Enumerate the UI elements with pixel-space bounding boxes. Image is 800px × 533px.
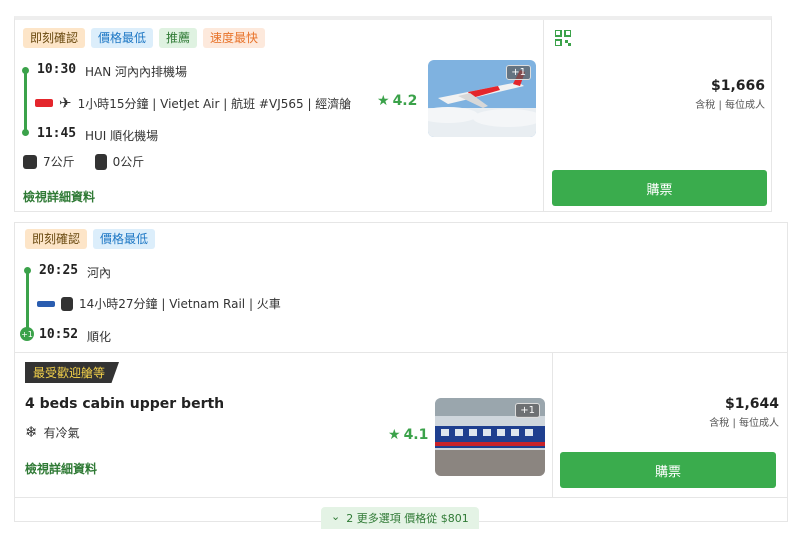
air-conditioning-label: 有冷氣 <box>43 425 80 440</box>
flight-buy-button[interactable]: 購票 <box>552 170 767 206</box>
flight-price-block: $1,666 含稅 | 每位成人 <box>695 78 765 111</box>
train-info-row: 14小時27分鐘 | Vietnam Rail | 火車 <box>37 295 281 312</box>
photo-more-badge: +1 <box>506 65 531 80</box>
train-duration-info: 14小時27分鐘 | Vietnam Rail | 火車 <box>79 297 281 311</box>
flight-duration-info: 1小時15分鐘 | VietJet Air | 航班 #VJ565 | 經濟艙 <box>77 96 352 111</box>
baggage-row: 7公斤 0公斤 <box>23 153 144 170</box>
arrive-airport: HUI 順化機場 <box>85 129 159 143</box>
tag-instant-confirm: 即刻確認 <box>25 229 88 249</box>
qr-code-icon[interactable] <box>554 29 572 47</box>
amenity-row: ❄ 有冷氣 <box>25 423 80 441</box>
depart-station: 河內 <box>87 266 112 280</box>
rail-logo-icon <box>37 300 55 307</box>
airline-logo <box>35 99 53 107</box>
train-buy-button[interactable]: 購票 <box>560 452 776 488</box>
depart-dot <box>22 67 29 74</box>
popular-class-badge: 最受歡迎艙等 <box>25 362 120 383</box>
flight-rating-value: 4.2 <box>392 93 418 109</box>
arrive-time: 10:52 <box>39 327 79 342</box>
snowflake-icon: ❄ <box>25 423 38 441</box>
flight-tags: 即刻確認 價格最低 推薦 速度最快 <box>23 28 266 48</box>
train-rating: ★ 4.1 <box>388 427 428 443</box>
tag-recommended: 推薦 <box>159 28 198 48</box>
photo-more-badge: +1 <box>515 403 540 418</box>
more-options-toggle[interactable]: ⌄ 2 更多選項 價格從 $801 <box>321 507 479 529</box>
train-icon <box>61 296 73 311</box>
more-options-label: 2 更多選項 價格從 $801 <box>346 512 469 525</box>
checked-bag-icon <box>94 153 107 170</box>
bottom-divider <box>15 497 787 498</box>
depart-dot <box>24 267 31 274</box>
flight-price-note: 含稅 | 每位成人 <box>695 100 765 111</box>
train-price-note: 含稅 | 每位成人 <box>709 418 779 429</box>
carry-on-weight: 7公斤 <box>43 155 75 169</box>
checked-weight: 0公斤 <box>112 155 145 169</box>
tag-instant-confirm: 即刻確認 <box>23 28 86 48</box>
arrive-station: 順化 <box>87 330 112 344</box>
flight-details-link[interactable]: 檢視詳細資料 <box>23 188 95 205</box>
train-photo[interactable]: +1 <box>435 398 545 476</box>
train-details-link[interactable]: 檢視詳細資料 <box>25 460 97 477</box>
depart-time: 10:30 <box>37 62 77 77</box>
star-icon: ★ <box>377 93 390 109</box>
flight-card[interactable]: 即刻確認 價格最低 推薦 速度最快 10:30 HAN 河內內排機場 ✈ 1小時… <box>14 16 772 212</box>
train-rating-value: 4.1 <box>403 427 429 443</box>
depart-airport: HAN 河內內排機場 <box>85 65 188 79</box>
plane-icon: ✈ <box>59 94 72 112</box>
flight-price: $1,666 <box>710 78 765 94</box>
price-divider <box>552 352 553 498</box>
train-price: $1,644 <box>724 396 779 412</box>
cabin-title: 4 beds cabin upper berth <box>25 396 225 412</box>
train-timeline <box>26 270 29 332</box>
arrive-dot <box>22 129 29 136</box>
flight-info-row: ✈ 1小時15分鐘 | VietJet Air | 航班 #VJ565 | 經濟… <box>35 94 351 112</box>
arrive-time: 11:45 <box>37 126 77 141</box>
train-card[interactable]: 即刻確認 價格最低 +1 20:25 河內 14小時27分鐘 | Vietnam… <box>14 222 788 529</box>
train-tags: 即刻確認 價格最低 <box>25 229 156 249</box>
price-divider <box>543 20 544 212</box>
next-day-badge: +1 <box>20 327 34 341</box>
depart-time: 20:25 <box>39 263 79 278</box>
tag-fastest: 速度最快 <box>203 28 266 48</box>
section-divider <box>15 352 787 353</box>
train-price-block: $1,644 含稅 | 每位成人 <box>709 396 779 429</box>
star-icon: ★ <box>388 427 401 443</box>
tag-lowest-price: 價格最低 <box>91 28 154 48</box>
flight-rating: ★ 4.2 <box>377 93 417 109</box>
tag-lowest-price: 價格最低 <box>93 229 156 249</box>
chevron-down-icon: ⌄ <box>331 510 341 523</box>
airplane-photo[interactable]: +1 <box>428 60 536 137</box>
flight-timeline <box>24 70 27 132</box>
carry-on-bag-icon <box>23 154 37 169</box>
